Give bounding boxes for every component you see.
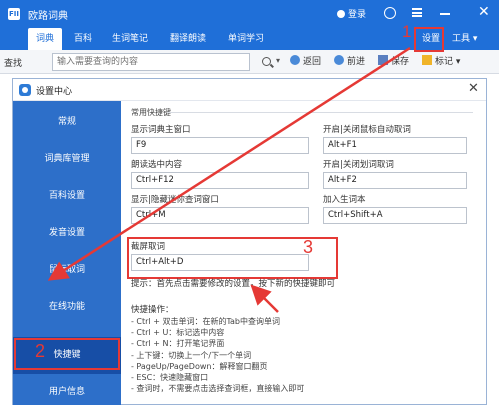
sidebar-item-pronunciation[interactable]: 发音设置 — [13, 215, 121, 252]
annotation-number-1: 1 — [402, 22, 412, 41]
user-icon — [337, 10, 345, 18]
list-item: - Ctrl + N：打开笔记界面 — [131, 339, 225, 349]
tab-encyclopedia[interactable]: 百科 — [66, 28, 100, 50]
shortcuts-highlight-box — [14, 338, 120, 370]
search-icon[interactable] — [262, 57, 271, 66]
mark-button[interactable]: 标记 ▾ — [422, 55, 460, 69]
forward-label: 前进 — [347, 57, 366, 67]
mark-label: 标记 — [435, 57, 454, 67]
group-label: 常用快捷键 — [131, 108, 171, 117]
sidebar-item-dictionary-library[interactable]: 词典库管理 — [13, 141, 121, 178]
tools-button[interactable]: 工具 ▾ — [452, 30, 477, 48]
annotation-number-2: 2 — [35, 341, 46, 361]
settings-dialog: 设置中心 ✕ 常规 词典库管理 百科设置 发音设置 鼠标取词 在线功能 快捷键 … — [12, 78, 487, 405]
tab-translate-read[interactable]: 翻译朗读 — [162, 28, 214, 50]
field-label-selection-lookup: 开启|关闭划词取词 — [323, 160, 394, 170]
back-label: 返回 — [303, 57, 322, 67]
feedback-icon[interactable] — [384, 7, 396, 19]
shortcut-read-selection-field[interactable]: Ctrl+F12 — [131, 172, 309, 189]
field-label-show-main: 显示词典主窗口 — [131, 125, 191, 135]
sidebar-item-encyclopedia[interactable]: 百科设置 — [13, 178, 121, 215]
menu-icon[interactable] — [412, 8, 422, 17]
shortcut-show-main-field[interactable]: F9 — [131, 137, 309, 154]
dialog-close-icon[interactable]: ✕ — [468, 82, 479, 96]
shortcut-selection-lookup-field[interactable]: Alt+F2 — [323, 172, 467, 189]
quick-ops-title: 快捷操作： — [131, 305, 174, 315]
quick-ops-list: - Ctrl + 双击单词：在新的Tab中查询单词 - Ctrl + U：标记选… — [131, 316, 304, 394]
save-icon — [378, 55, 388, 65]
shortcut-add-vocab-field[interactable]: Ctrl+Shift+A — [323, 207, 467, 224]
shortcut-mini-window-field[interactable]: Ctrl+M — [131, 207, 309, 224]
note-icon — [422, 55, 432, 65]
list-item: - Ctrl + U：标记选中内容 — [131, 328, 225, 338]
shortcut-settings-panel: 常用快捷键 显示词典主窗口 F9 开启|关闭鼠标自动取词 Alt+F1 朗读选中… — [121, 101, 486, 405]
save-button[interactable]: 保存 — [378, 55, 409, 69]
app-logo-icon: FII — [8, 8, 20, 20]
shortcut-mouse-lookup-field[interactable]: Alt+F1 — [323, 137, 467, 154]
forward-button[interactable]: 前进 — [334, 55, 365, 69]
list-item: - 上下键：切换上一个/下一个单词 — [131, 350, 252, 360]
dialog-titlebar: 设置中心 ✕ — [13, 79, 486, 101]
app-title: 欧路词典 — [28, 11, 68, 22]
back-icon — [290, 55, 300, 65]
field-label-mouse-lookup: 开启|关闭鼠标自动取词 — [323, 125, 411, 135]
back-button[interactable]: 返回 — [290, 55, 321, 69]
sidebar-item-online[interactable]: 在线功能 — [13, 289, 121, 326]
search-label: 查找 — [4, 59, 23, 69]
tab-dictionary[interactable]: 词典 — [28, 28, 63, 50]
settings-highlight-box — [414, 27, 444, 52]
sidebar-item-mouse-lookup[interactable]: 鼠标取词 — [13, 252, 121, 289]
dialog-title: 设置中心 — [36, 87, 73, 97]
search-toolbar: 查找 ▾ 返回 前进 保存 标记 ▾ — [0, 50, 499, 74]
field-label-add-vocab: 加入生词本 — [323, 195, 366, 205]
chevron-down-icon[interactable]: ▾ — [276, 56, 280, 65]
close-icon[interactable]: ✕ — [478, 4, 490, 20]
sidebar-item-user-info[interactable]: 用户信息 — [13, 374, 121, 405]
tools-label: 工具 — [452, 34, 471, 44]
group-divider — [167, 112, 473, 113]
settings-sidebar: 常规 词典库管理 百科设置 发音设置 鼠标取词 在线功能 快捷键 用户信息 2 — [13, 101, 121, 405]
sidebar-item-general[interactable]: 常规 — [13, 104, 121, 141]
login-button[interactable]: 登录 — [337, 7, 366, 20]
login-label: 登录 — [348, 10, 367, 20]
list-item: - 查词时，不需要点击选择查词框，直接输入即可 — [131, 384, 305, 394]
tip-text: 提示：首先点击需要修改的设置，按下新的快捷键即可 — [131, 279, 336, 289]
save-label: 保存 — [391, 57, 410, 67]
app-titlebar: FII 欧路词典 登录 ✕ — [0, 0, 499, 28]
tab-vocab-notes[interactable]: 生词笔记 — [104, 28, 156, 50]
tab-word-study[interactable]: 单词学习 — [220, 28, 272, 50]
settings-center-icon — [19, 84, 31, 96]
field-label-mini-window: 显示|隐藏迷你查词窗口 — [131, 195, 219, 205]
list-item: - PageUp/PageDown：解释窗口翻页 — [131, 361, 268, 371]
search-input[interactable] — [52, 53, 250, 71]
forward-icon — [334, 55, 344, 65]
list-item: - Ctrl + 双击单词：在新的Tab中查询单词 — [131, 317, 280, 326]
list-item: - ESC：快速隐藏窗口 — [131, 373, 209, 383]
annotation-number-3: 3 — [303, 237, 314, 257]
field-label-read-selection: 朗读选中内容 — [131, 160, 183, 170]
minimize-icon[interactable] — [440, 13, 450, 15]
